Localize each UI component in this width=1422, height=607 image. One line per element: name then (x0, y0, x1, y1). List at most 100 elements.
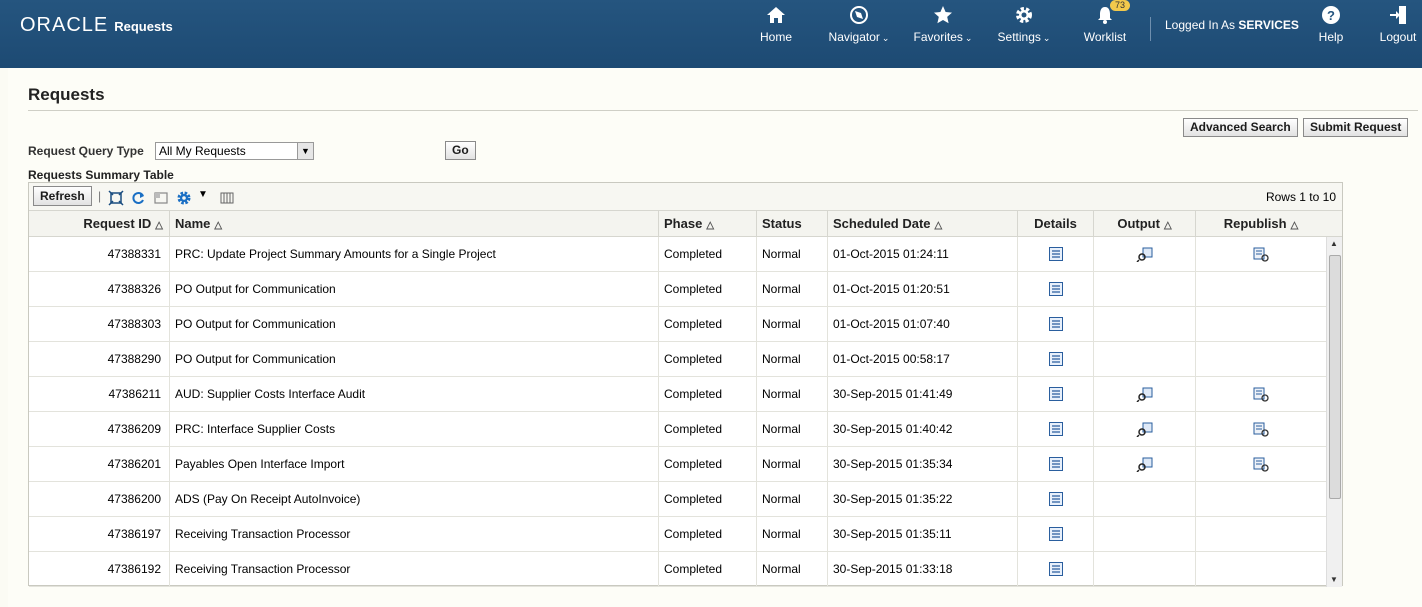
summary-table-label: Requests Summary Table (28, 168, 174, 182)
vertical-scrollbar[interactable]: ▲ ▼ (1326, 237, 1342, 587)
refresh-icon[interactable] (130, 190, 146, 204)
nav-logout[interactable]: Logout (1378, 4, 1418, 44)
brand: ORACLE Requests (20, 14, 173, 37)
republish-icon[interactable] (1252, 247, 1270, 265)
cell-status: Normal (756, 552, 827, 586)
column-header-request-id[interactable]: Request ID △ (29, 211, 169, 237)
view-output-icon[interactable] (1135, 422, 1154, 440)
logout-icon (1378, 4, 1418, 30)
republish-icon[interactable] (1252, 422, 1270, 440)
chevron-down-icon[interactable]: ▼ (198, 189, 208, 200)
table-row[interactable]: 47386192 Receiving Transaction Processor C… (29, 552, 1326, 587)
cell-phase: Completed (658, 342, 756, 376)
cell-scheduled-date: 30-Sep-2015 01:35:11 (827, 517, 1017, 551)
details-icon[interactable] (1048, 247, 1064, 265)
freeze-icon[interactable] (153, 190, 169, 204)
nav-settings[interactable]: Settings ⌄ (994, 4, 1054, 44)
app-name: Requests (114, 19, 173, 34)
table-body: 47388331 PRC: Update Project Summary Amou… (29, 237, 1326, 587)
divider (28, 110, 1418, 111)
cell-republish (1195, 237, 1326, 271)
table-row[interactable]: 47386200 ADS (Pay On Receipt AutoInvoice)… (29, 482, 1326, 517)
republish-icon[interactable] (1252, 457, 1270, 475)
cell-status: Normal (756, 342, 827, 376)
query-type-select[interactable]: All My Requests ▼ (155, 142, 314, 160)
table-row[interactable]: 47388290 PO Output for Communication Compl… (29, 342, 1326, 377)
cell-name: ADS (Pay On Receipt AutoInvoice) (169, 482, 658, 516)
details-icon[interactable] (1048, 527, 1064, 545)
details-icon[interactable] (1048, 492, 1064, 510)
cell-name: PO Output for Communication (169, 307, 658, 341)
cell-output (1093, 272, 1195, 306)
cell-status: Normal (756, 447, 827, 481)
nav-navigator[interactable]: Navigator ⌄ (824, 4, 894, 44)
sort-icon: △ (155, 220, 163, 231)
cell-name: PO Output for Communication (169, 342, 658, 376)
detach-icon[interactable] (108, 190, 124, 206)
table-header: Request ID △ Name △ Phase △ Status Schedule… (29, 210, 1342, 237)
cell-details (1017, 447, 1093, 481)
column-header-scheduled-date[interactable]: Scheduled Date △ (827, 211, 1017, 237)
cell-output (1093, 552, 1195, 586)
nav-help[interactable]: ? Help (1316, 4, 1346, 44)
cell-details (1017, 552, 1093, 586)
cell-phase: Completed (658, 412, 756, 446)
table-row[interactable]: 47388303 PO Output for Communication Compl… (29, 307, 1326, 342)
cell-output (1093, 307, 1195, 341)
table-row[interactable]: 47386197 Receiving Transaction Processor C… (29, 517, 1326, 552)
go-button[interactable]: Go (445, 141, 476, 160)
table-row[interactable]: 47386201 Payables Open Interface Import Co… (29, 447, 1326, 482)
scrollbar-thumb[interactable] (1329, 255, 1341, 499)
cell-status: Normal (756, 377, 827, 411)
details-icon[interactable] (1048, 387, 1064, 405)
logged-in-user: SERVICES (1238, 18, 1299, 32)
cell-republish (1195, 412, 1326, 446)
scroll-down-icon[interactable]: ▼ (1330, 575, 1338, 584)
cell-output (1093, 482, 1195, 516)
details-icon[interactable] (1048, 422, 1064, 440)
republish-icon[interactable] (1252, 387, 1270, 405)
cell-scheduled-date: 30-Sep-2015 01:35:22 (827, 482, 1017, 516)
table-row[interactable]: 47386211 AUD: Supplier Costs Interface Au… (29, 377, 1326, 412)
details-icon[interactable] (1048, 352, 1064, 370)
table-row[interactable]: 47388331 PRC: Update Project Summary Amou… (29, 237, 1326, 272)
nav-favorites[interactable]: Favorites ⌄ (910, 4, 976, 44)
nav-home[interactable]: Home (758, 4, 794, 44)
details-icon[interactable] (1048, 317, 1064, 335)
cell-republish (1195, 307, 1326, 341)
query-type-label: Request Query Type (28, 144, 144, 158)
cell-output (1093, 447, 1195, 481)
cell-status: Normal (756, 307, 827, 341)
column-header-phase[interactable]: Phase △ (658, 211, 756, 237)
details-icon[interactable] (1048, 562, 1064, 580)
settings-gear-icon[interactable] (176, 190, 192, 205)
scroll-up-icon[interactable]: ▲ (1330, 239, 1338, 248)
advanced-search-button[interactable]: Advanced Search (1183, 118, 1298, 137)
cell-scheduled-date: 30-Sep-2015 01:41:49 (827, 377, 1017, 411)
cell-phase: Completed (658, 377, 756, 411)
view-output-icon[interactable] (1135, 387, 1154, 405)
view-output-icon[interactable] (1135, 247, 1154, 265)
table-row[interactable]: 47388326 PO Output for Communication Compl… (29, 272, 1326, 307)
cell-scheduled-date: 01-Oct-2015 00:58:17 (827, 342, 1017, 376)
refresh-button[interactable]: Refresh (33, 186, 92, 206)
cell-status: Normal (756, 517, 827, 551)
column-header-republish[interactable]: Republish △ (1195, 211, 1326, 237)
cell-details (1017, 237, 1093, 271)
columns-icon[interactable] (219, 190, 235, 204)
column-header-output[interactable]: Output △ (1093, 211, 1195, 237)
details-icon[interactable] (1048, 457, 1064, 475)
view-output-icon[interactable] (1135, 457, 1154, 475)
table-row[interactable]: 47386209 PRC: Interface Supplier Costs Com… (29, 412, 1326, 447)
cell-output (1093, 412, 1195, 446)
cell-scheduled-date: 01-Oct-2015 01:07:40 (827, 307, 1017, 341)
submit-request-button[interactable]: Submit Request (1303, 118, 1409, 137)
cell-phase: Completed (658, 482, 756, 516)
nav-worklist[interactable]: 73 Worklist (1080, 0, 1131, 44)
column-header-name[interactable]: Name △ (169, 211, 658, 237)
cell-name: PRC: Interface Supplier Costs (169, 412, 658, 446)
details-icon[interactable] (1048, 282, 1064, 300)
nav-help-label: Help (1318, 30, 1344, 44)
chevron-down-icon: ⌄ (1042, 33, 1051, 43)
sort-icon: △ (706, 220, 715, 231)
